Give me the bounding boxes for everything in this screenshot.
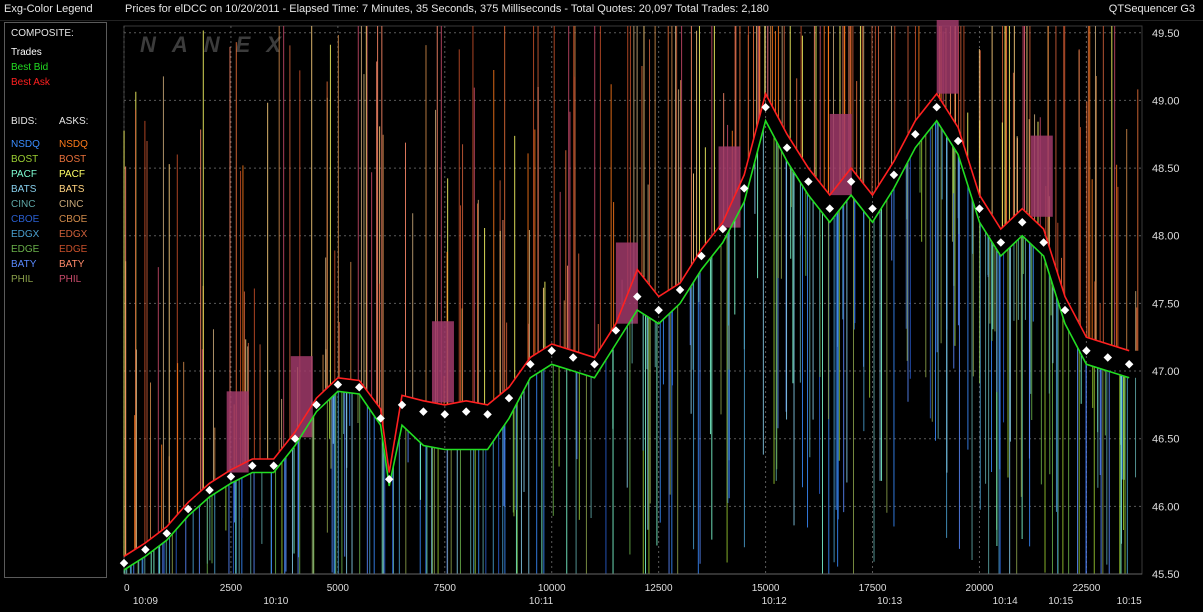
legend-bid-nsdq: NSDQ — [11, 139, 40, 150]
x-tick-label: 2500 — [220, 583, 243, 594]
ask-depth-block — [936, 12, 959, 94]
ask-depth-block — [226, 391, 249, 473]
legend-best-bid: Best Bid — [11, 62, 49, 73]
legend-ask-edgx: EDGX — [59, 229, 88, 240]
exchange-color-legend: COMPOSITE: Trades Best Bid Best Ask BIDS… — [4, 22, 107, 578]
x-axis: 0 2500 5000 7500 10000 12500 15000 17500 20000 22… — [124, 573, 1142, 607]
time-tick-label: 10:10 — [263, 596, 288, 607]
y-tick-label: 48.50 — [1152, 163, 1180, 175]
legend-title: Exg-Color Legend — [4, 3, 93, 15]
legend-bid-edgx: EDGX — [11, 229, 40, 240]
time-tick-label: 10:11 — [529, 596, 554, 607]
chart-title: Prices for elDCC on 10/20/2011 - Elapsed… — [125, 3, 769, 15]
legend-ask-bats: BATS — [59, 184, 85, 195]
legend-ask-nsdq: NSDQ — [59, 139, 88, 150]
x-tick-label: 17500 — [859, 583, 887, 594]
app-name: QTSequencer G3 — [1108, 3, 1195, 15]
legend-bid-phil: PHIL — [11, 274, 34, 285]
asks-header: ASKS: — [59, 116, 89, 127]
legend-ask-cboe: CBOE — [59, 214, 88, 225]
legend-ask-phil: PHIL — [59, 274, 82, 285]
time-tick-label: 10:13 — [877, 596, 902, 607]
legend-bid-bost: BOST — [11, 154, 39, 165]
composite-header: COMPOSITE: — [11, 28, 74, 39]
legend-bid-cinc: CINC — [11, 199, 36, 210]
time-tick-label: 10:09 — [133, 596, 158, 607]
x-tick-label: 20000 — [966, 583, 994, 594]
y-tick-label: 46.50 — [1152, 434, 1180, 446]
time-tick-label: 10:14 — [993, 596, 1018, 607]
time-tick-label: 10:12 — [762, 596, 787, 607]
x-tick-label: 5000 — [327, 583, 350, 594]
y-tick-label: 48.00 — [1152, 231, 1180, 243]
y-tick-label: 46.00 — [1152, 501, 1180, 513]
x-tick-label: 10000 — [538, 583, 566, 594]
y-tick-label: 47.50 — [1152, 298, 1180, 310]
nanex-watermark: NANEX — [140, 32, 297, 57]
legend-ask-bost: BOST — [59, 154, 87, 165]
time-tick-label: 10:15 — [1117, 596, 1142, 607]
y-tick-label: 49.00 — [1152, 95, 1180, 107]
x-tick-label: 12500 — [645, 583, 673, 594]
legend-ask-cinc: CINC — [59, 199, 84, 210]
legend-trades: Trades — [11, 47, 42, 58]
ask-depth-block — [290, 356, 313, 438]
ask-depth-block — [1030, 135, 1053, 217]
legend-ask-edge: EDGE — [59, 244, 88, 255]
legend-ask-baty: BATY — [59, 259, 85, 270]
x-tick-label: 0 — [124, 583, 130, 594]
ask-depth-block — [431, 321, 454, 403]
y-tick-label: 47.00 — [1152, 366, 1180, 378]
time-tick-label: 10:15 — [1048, 596, 1073, 607]
y-axis: 45.50 46.00 46.50 47.00 47.50 48.00 48.50 49.00… — [1152, 28, 1180, 581]
bids-header: BIDS: — [11, 116, 38, 127]
legend-bid-bats: BATS — [11, 184, 37, 195]
x-tick-label: 15000 — [752, 583, 780, 594]
ask-depth-block — [615, 242, 638, 324]
x-tick-label: 22500 — [1072, 583, 1100, 594]
y-tick-label: 45.50 — [1152, 569, 1180, 581]
chart-svg: NANEX 45.50 46.00 46.50 47.00 47.50 48.00 48.5… — [119, 12, 1180, 607]
price-chart: NANEX 45.50 46.00 46.50 47.00 47.50 48.00 48.5… — [112, 12, 1203, 607]
title-bar: Exg-Color Legend Prices for elDCC on 10/… — [0, 0, 1203, 21]
x-tick-label: 7500 — [434, 583, 457, 594]
legend-bid-cboe: CBOE — [11, 214, 40, 225]
legend-bid-pacf: PACF — [11, 169, 37, 180]
legend-bid-edge: EDGE — [11, 244, 40, 255]
legend-bid-baty: BATY — [11, 259, 37, 270]
legend-best-ask: Best Ask — [11, 77, 50, 88]
legend-ask-pacf: PACF — [59, 169, 85, 180]
y-tick-label: 49.50 — [1152, 28, 1180, 40]
